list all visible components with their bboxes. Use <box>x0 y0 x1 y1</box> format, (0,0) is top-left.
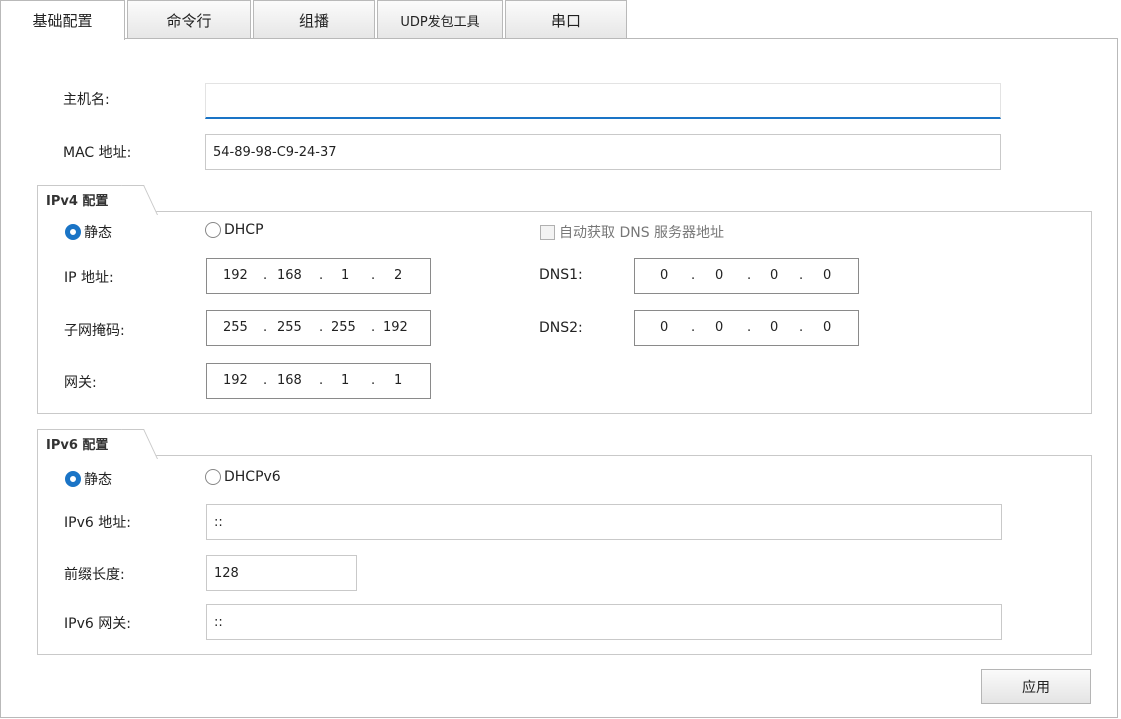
ip-dot: . <box>799 268 804 283</box>
ip-dot: . <box>691 268 696 283</box>
ip-dot: . <box>263 373 268 388</box>
ipv4-dhcp-radio[interactable]: DHCP <box>205 222 264 238</box>
dns1-label: DNS1: <box>539 267 583 283</box>
dns2-octet-3: 0 <box>770 320 779 335</box>
dns2-octet-2: 0 <box>715 320 724 335</box>
ip-dot: . <box>747 268 752 283</box>
dns2-input[interactable]: 0 . 0 . 0 . 0 <box>634 310 859 346</box>
hostname-label: 主机名: <box>63 92 110 108</box>
radio-checked-icon <box>65 471 81 487</box>
ip-dot: . <box>263 268 268 283</box>
ip-address-input[interactable]: 192 . 168 . 1 . 2 <box>206 258 431 294</box>
ip-octet-4: 2 <box>394 268 403 283</box>
ip-octet-2: 168 <box>277 268 302 283</box>
ipv6-gateway-label: IPv6 网关: <box>64 616 131 632</box>
ip-dot: . <box>371 373 376 388</box>
ip-address-label: IP 地址: <box>64 270 114 286</box>
basic-config-panel: 主机名: MAC 地址: IPv4 配置 静态 DHCP 自动获取 DNS 服务… <box>0 38 1118 718</box>
subnet-mask-label: 子网掩码: <box>64 323 125 339</box>
gateway-octet-3: 1 <box>341 373 350 388</box>
mask-octet-2: 255 <box>277 320 302 335</box>
auto-dns-checkbox[interactable]: 自动获取 DNS 服务器地址 <box>540 222 724 242</box>
gateway-label: 网关: <box>64 375 97 391</box>
ipv6-static-label: 静态 <box>84 472 112 488</box>
ipv6-gateway-input[interactable] <box>206 604 1002 640</box>
hostname-input[interactable] <box>205 83 1001 119</box>
mask-octet-4: 192 <box>383 320 408 335</box>
ip-dot: . <box>263 320 268 335</box>
dns1-octet-4: 0 <box>823 268 832 283</box>
ipv6-address-input[interactable] <box>206 504 1002 540</box>
mask-octet-3: 255 <box>331 320 356 335</box>
auto-dns-label: 自动获取 DNS 服务器地址 <box>559 225 725 241</box>
dns1-octet-1: 0 <box>660 268 669 283</box>
ipv4-dhcp-label: DHCP <box>224 222 264 238</box>
radio-checked-icon <box>65 224 81 240</box>
mask-octet-1: 255 <box>223 320 248 335</box>
ip-dot: . <box>747 320 752 335</box>
radio-unchecked-icon <box>205 469 221 485</box>
ipv4-static-label: 静态 <box>84 225 112 241</box>
ipv6-dhcpv6-label: DHCPv6 <box>224 469 281 485</box>
dns2-octet-1: 0 <box>660 320 669 335</box>
mac-address-label: MAC 地址: <box>63 145 132 161</box>
ip-octet-1: 192 <box>223 268 248 283</box>
ip-dot: . <box>319 320 324 335</box>
ipv6-config-group: IPv6 配置 静态 DHCPv6 IPv6 地址: 前缀长度: IPv6 网关… <box>37 429 1092 655</box>
prefix-length-label: 前缀长度: <box>64 567 125 583</box>
gateway-input[interactable]: 192 . 168 . 1 . 1 <box>206 363 431 399</box>
ipv4-static-radio[interactable]: 静态 <box>65 222 112 242</box>
prefix-length-input[interactable] <box>206 555 357 591</box>
ip-dot: . <box>371 268 376 283</box>
dns1-octet-3: 0 <box>770 268 779 283</box>
ip-dot: . <box>319 268 324 283</box>
ip-dot: . <box>691 320 696 335</box>
dns2-octet-4: 0 <box>823 320 832 335</box>
ip-dot: . <box>371 320 376 335</box>
ipv4-config-legend: IPv4 配置 <box>37 185 135 213</box>
radio-unchecked-icon <box>205 222 221 238</box>
ipv6-address-label: IPv6 地址: <box>64 515 131 531</box>
ipv6-config-legend: IPv6 配置 <box>37 429 135 457</box>
mac-address-input[interactable] <box>205 134 1001 170</box>
ipv6-static-radio[interactable]: 静态 <box>65 469 112 489</box>
ip-dot: . <box>319 373 324 388</box>
apply-button[interactable]: 应用 <box>981 669 1091 704</box>
gateway-octet-4: 1 <box>394 373 403 388</box>
ipv4-config-group: IPv4 配置 静态 DHCP 自动获取 DNS 服务器地址 IP 地址: 19… <box>37 185 1092 414</box>
tab-udp-tool[interactable]: UDP发包工具 <box>377 0 503 39</box>
ip-dot: . <box>799 320 804 335</box>
tab-basic-config[interactable]: 基础配置 <box>0 0 125 40</box>
ip-octet-3: 1 <box>341 268 350 283</box>
tab-serial-port[interactable]: 串口 <box>505 0 627 39</box>
ipv6-dhcpv6-radio[interactable]: DHCPv6 <box>205 469 281 485</box>
dns2-label: DNS2: <box>539 320 583 336</box>
checkbox-unchecked-icon <box>540 224 555 240</box>
dns1-octet-2: 0 <box>715 268 724 283</box>
dns1-input[interactable]: 0 . 0 . 0 . 0 <box>634 258 859 294</box>
tab-multicast[interactable]: 组播 <box>253 0 375 39</box>
gateway-octet-2: 168 <box>277 373 302 388</box>
gateway-octet-1: 192 <box>223 373 248 388</box>
subnet-mask-input[interactable]: 255 . 255 . 255 . 192 <box>206 310 431 346</box>
tab-command-line[interactable]: 命令行 <box>127 0 251 39</box>
